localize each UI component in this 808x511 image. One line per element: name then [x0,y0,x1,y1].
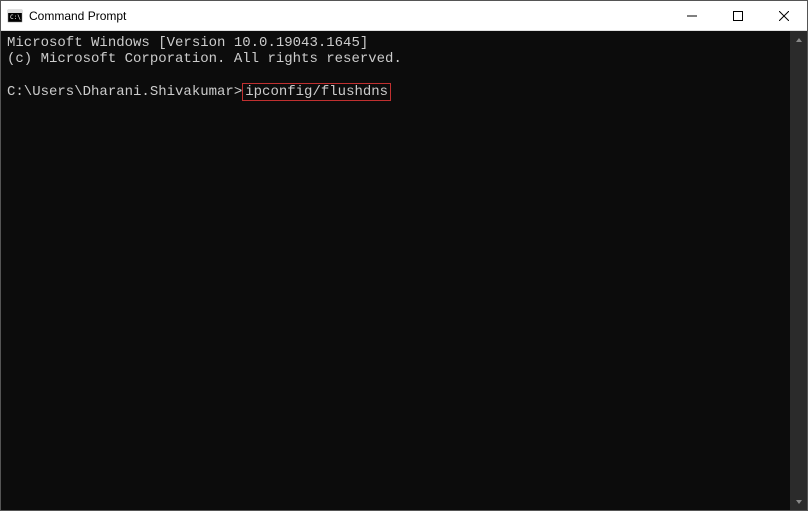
output-line-2: (c) Microsoft Corporation. All rights re… [7,51,784,67]
command-highlight: ipconfig/flushdns [242,83,391,101]
close-button[interactable] [761,1,807,30]
scroll-up-arrow[interactable] [790,31,807,48]
command-text: ipconfig/flushdns [245,84,388,100]
prompt-path: C:\Users\Dharani.Shivakumar> [7,84,242,100]
window-title: Command Prompt [29,9,669,23]
scroll-down-arrow[interactable] [790,493,807,510]
minimize-button[interactable] [669,1,715,30]
app-icon: C:\ [7,8,23,24]
command-prompt-window: C:\ Command Prompt Micro [0,0,808,511]
prompt-line: C:\Users\Dharani.Shivakumar>ipconfig/flu… [7,83,784,101]
title-bar: C:\ Command Prompt [1,1,807,31]
window-controls [669,1,807,30]
blank-line [7,67,784,83]
output-line-1: Microsoft Windows [Version 10.0.19043.16… [7,35,784,51]
svg-text:C:\: C:\ [10,14,21,21]
vertical-scrollbar[interactable] [790,31,807,510]
terminal-content[interactable]: Microsoft Windows [Version 10.0.19043.16… [1,31,790,510]
maximize-button[interactable] [715,1,761,30]
terminal-area[interactable]: Microsoft Windows [Version 10.0.19043.16… [1,31,807,510]
